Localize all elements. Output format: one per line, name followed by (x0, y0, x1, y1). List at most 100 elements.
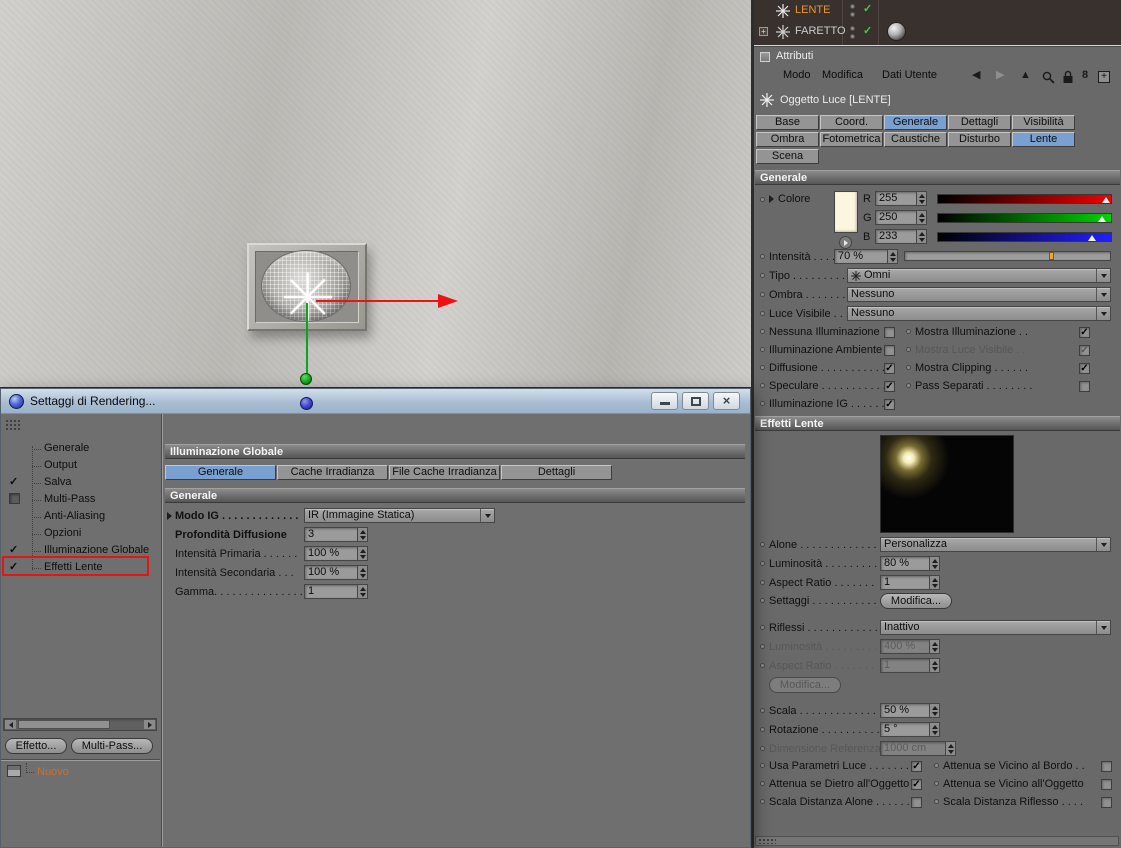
illuminazione-globale-check-icon[interactable]: ✓ (9, 544, 18, 556)
anim-dot[interactable] (934, 799, 939, 804)
add-icon[interactable]: + (1098, 71, 1110, 83)
x-axis-handle[interactable] (316, 300, 440, 302)
tab-fotometrica[interactable]: Fotometrica (820, 132, 883, 147)
slider-marker-icon[interactable] (1088, 235, 1096, 241)
scrollbar-thumb[interactable] (18, 720, 110, 729)
salva-check-icon[interactable]: ✓ (9, 476, 18, 488)
anim-dot[interactable] (760, 746, 765, 751)
g-value-field[interactable]: 250 (875, 210, 927, 225)
editor-visibility-dot[interactable] (850, 26, 855, 31)
spinner-arrows[interactable] (357, 547, 367, 560)
anim-dot[interactable] (760, 292, 765, 297)
render-visibility-dot[interactable] (850, 34, 855, 39)
modo-ig-dropdown[interactable]: IR (Immagine Statica) (304, 508, 495, 523)
tab-dettagli[interactable]: Dettagli (948, 115, 1011, 130)
anim-dot[interactable] (906, 329, 911, 334)
render-visibility-dot[interactable] (850, 12, 855, 17)
tab-ombra[interactable]: Ombra (756, 132, 819, 147)
anim-dot[interactable] (760, 329, 765, 334)
anim-dot[interactable] (760, 625, 765, 630)
list-item-generale[interactable]: Generale (44, 442, 89, 454)
ombra-dropdown[interactable]: Nessuno (847, 287, 1111, 302)
anim-dot[interactable] (760, 254, 765, 259)
anim-dot[interactable] (934, 781, 939, 786)
g-gradient-slider[interactable] (937, 213, 1112, 223)
forward-icon[interactable]: ▶ (996, 68, 1004, 82)
attenua-vicino-oggetto-checkbox[interactable] (1101, 779, 1112, 790)
tab-caustiche[interactable]: Caustiche (884, 132, 947, 147)
anim-dot[interactable] (934, 763, 939, 768)
panel-grid-icon[interactable] (760, 52, 770, 62)
drag-grip[interactable] (5, 419, 21, 431)
attenua-vicino-bordo-checkbox[interactable] (1101, 761, 1112, 772)
modifica-button[interactable]: Modifica... (880, 593, 952, 609)
anim-dot[interactable] (760, 598, 765, 603)
lock-icon[interactable] (1062, 70, 1074, 84)
anim-dot[interactable] (760, 781, 765, 786)
lens-flare-preview[interactable] (880, 435, 1014, 533)
slider-marker-icon[interactable] (1102, 197, 1110, 203)
attr-horizontal-scrollbar[interactable] (755, 836, 1119, 846)
usa-parametri-luce-checkbox[interactable]: ✓ (911, 761, 922, 772)
light-object-gizmo[interactable] (284, 272, 332, 321)
nuovo-item[interactable]: Nuovo (37, 766, 69, 778)
anim-dot[interactable] (760, 727, 765, 732)
expand-icon[interactable]: + (759, 27, 768, 36)
tab-visibilita[interactable]: Visibilità (1012, 115, 1075, 130)
rotazione-field[interactable]: 5 ° (880, 722, 940, 737)
spinner-arrows[interactable] (929, 576, 939, 589)
anim-dot[interactable] (760, 708, 765, 713)
anim-dot[interactable] (906, 383, 911, 388)
scala-distanza-alone-checkbox[interactable] (911, 797, 922, 808)
y-axis-knob[interactable] (300, 373, 312, 385)
anim-dot[interactable] (760, 799, 765, 804)
back-icon[interactable]: ◀ (972, 68, 980, 82)
luminosita-field[interactable]: 80 % (880, 556, 940, 571)
spinner-arrows[interactable] (916, 230, 926, 243)
spinner-arrows[interactable] (887, 250, 897, 263)
spinner-arrows[interactable] (916, 192, 926, 205)
scroll-right-icon[interactable] (144, 720, 155, 729)
scala-field[interactable]: 50 % (880, 703, 940, 718)
spinner-arrows[interactable] (929, 704, 939, 717)
effetto-button[interactable]: Effetto... (5, 738, 67, 754)
spinner-arrows[interactable] (357, 585, 367, 598)
anim-dot[interactable] (760, 580, 765, 585)
color-swatch[interactable] (834, 191, 858, 233)
object-enabled-check-icon[interactable]: ✓ (863, 4, 872, 15)
menu-dati-utente[interactable]: Dati Utente (882, 69, 937, 81)
z-axis-knob[interactable] (300, 397, 313, 410)
list-item-opzioni[interactable]: Opzioni (44, 527, 81, 539)
scrollbar-grip[interactable] (758, 838, 776, 844)
diffusione-checkbox[interactable]: ✓ (884, 363, 895, 374)
anim-dot[interactable] (760, 763, 765, 768)
rs-tab-cache-irradianza[interactable]: Cache Irradianza (277, 465, 388, 480)
multipass-button[interactable]: Multi-Pass... (71, 738, 153, 754)
expand-icon[interactable] (167, 512, 172, 520)
list-item-multipass[interactable]: Multi-Pass (44, 493, 95, 505)
attenua-dietro-oggetto-checkbox[interactable]: ✓ (911, 779, 922, 790)
spinner-arrows[interactable] (929, 557, 939, 570)
up-icon[interactable]: ▲ (1020, 68, 1031, 82)
spinner-arrows[interactable] (357, 566, 367, 579)
b-value-field[interactable]: 233 (875, 229, 927, 244)
object-name-faretto[interactable]: FARETTO (795, 25, 846, 37)
alone-dropdown[interactable]: Personalizza (880, 537, 1111, 552)
list-item-output[interactable]: Output (44, 459, 77, 471)
section-effetti-lente[interactable]: Effetti Lente (755, 416, 1120, 431)
mostra-illuminazione-checkbox[interactable]: ✓ (1079, 327, 1090, 338)
intensita-slider[interactable] (904, 251, 1111, 261)
profondita-field[interactable]: 3 (304, 527, 368, 542)
intensita-primaria-field[interactable]: 100 % (304, 546, 368, 561)
slider-marker-icon[interactable] (1098, 216, 1106, 222)
anim-dot[interactable] (760, 365, 765, 370)
speculare-checkbox[interactable]: ✓ (884, 381, 895, 392)
r-gradient-slider[interactable] (937, 194, 1112, 204)
list-item-salva[interactable]: Salva (44, 476, 72, 488)
rs-tab-dettagli[interactable]: Dettagli (501, 465, 612, 480)
minimize-button[interactable] (651, 392, 678, 410)
editor-visibility-dot[interactable] (850, 4, 855, 9)
anim-dot[interactable] (760, 197, 765, 202)
section-generale[interactable]: Generale (755, 170, 1120, 185)
scroll-left-icon[interactable] (5, 720, 16, 729)
